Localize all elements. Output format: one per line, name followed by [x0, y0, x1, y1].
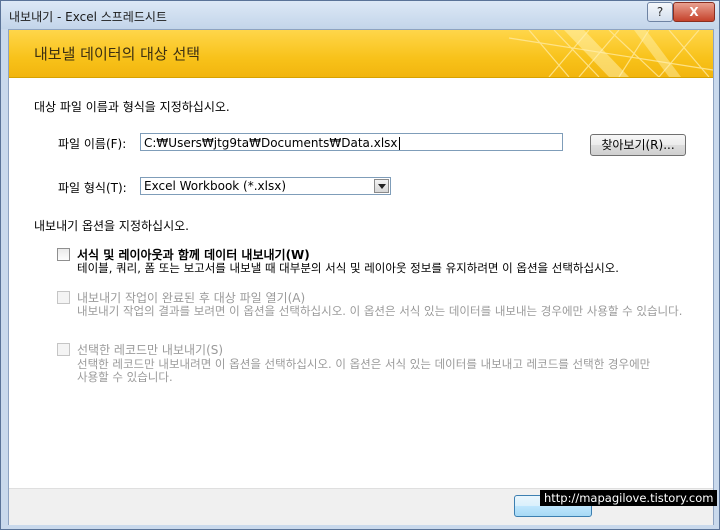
dialog-content: 내보낼 데이터의 대상 선택 대상 파일 이름과 형식을 지정하십시오. 파일 … [8, 29, 718, 525]
export-with-formatting-checkbox[interactable] [57, 248, 70, 261]
file-format-value: Excel Workbook (*.xlsx) [144, 179, 287, 193]
watermark-url: http://mapagilove.tistory.com [540, 490, 718, 506]
text-caret [398, 137, 400, 150]
open-after-export-checkbox[interactable] [57, 291, 70, 304]
file-name-label: 파일 이름(F): [58, 137, 127, 151]
export-selected-records-description: 선택한 레코드만 내보내려면 이 옵션을 선택하십시오. 이 옵션은 서식 있는… [77, 357, 651, 384]
file-format-select[interactable]: Excel Workbook (*.xlsx) [140, 177, 391, 195]
dropdown-arrow-icon[interactable] [374, 179, 389, 193]
export-selected-records-checkbox[interactable] [57, 343, 70, 356]
file-name-value: C:₩Users₩jtg9ta₩Documents₩Data.xlsx [144, 136, 398, 150]
open-after-export-description: 내보내기 작업의 결과를 보려면 이 옵션을 선택하십시오. 이 옵션은 서식 … [77, 304, 683, 318]
banner-title: 내보낼 데이터의 대상 선택 [34, 45, 201, 63]
help-button[interactable]: ? [647, 2, 673, 22]
chevron-down-icon [378, 184, 386, 189]
close-button[interactable]: X [673, 2, 715, 22]
export-dialog-window: 내보내기 - Excel 스프레드시트 ? X 내보낼 데이터의 대상 선택 대… [0, 0, 720, 530]
file-name-input[interactable]: C:₩Users₩jtg9ta₩Documents₩Data.xlsx [140, 133, 563, 151]
file-format-label: 파일 형식(T): [58, 181, 127, 195]
window-title: 내보내기 - Excel 스프레드시트 [9, 10, 167, 24]
title-bar[interactable]: 내보내기 - Excel 스프레드시트 ? X [1, 1, 719, 29]
file-section-heading: 대상 파일 이름과 형식을 지정하십시오. [34, 100, 230, 114]
header-banner: 내보낼 데이터의 대상 선택 [9, 30, 713, 78]
browse-button[interactable]: 찾아보기(R)... [590, 134, 686, 156]
export-selected-records-label[interactable]: 선택한 레코드만 내보내기(S) [77, 341, 223, 358]
options-section-heading: 내보내기 옵션을 지정하십시오. [34, 219, 189, 233]
export-with-formatting-description: 테이블, 쿼리, 폼 또는 보고서를 내보낼 때 대부분의 서식 및 레이아웃 … [77, 261, 619, 275]
